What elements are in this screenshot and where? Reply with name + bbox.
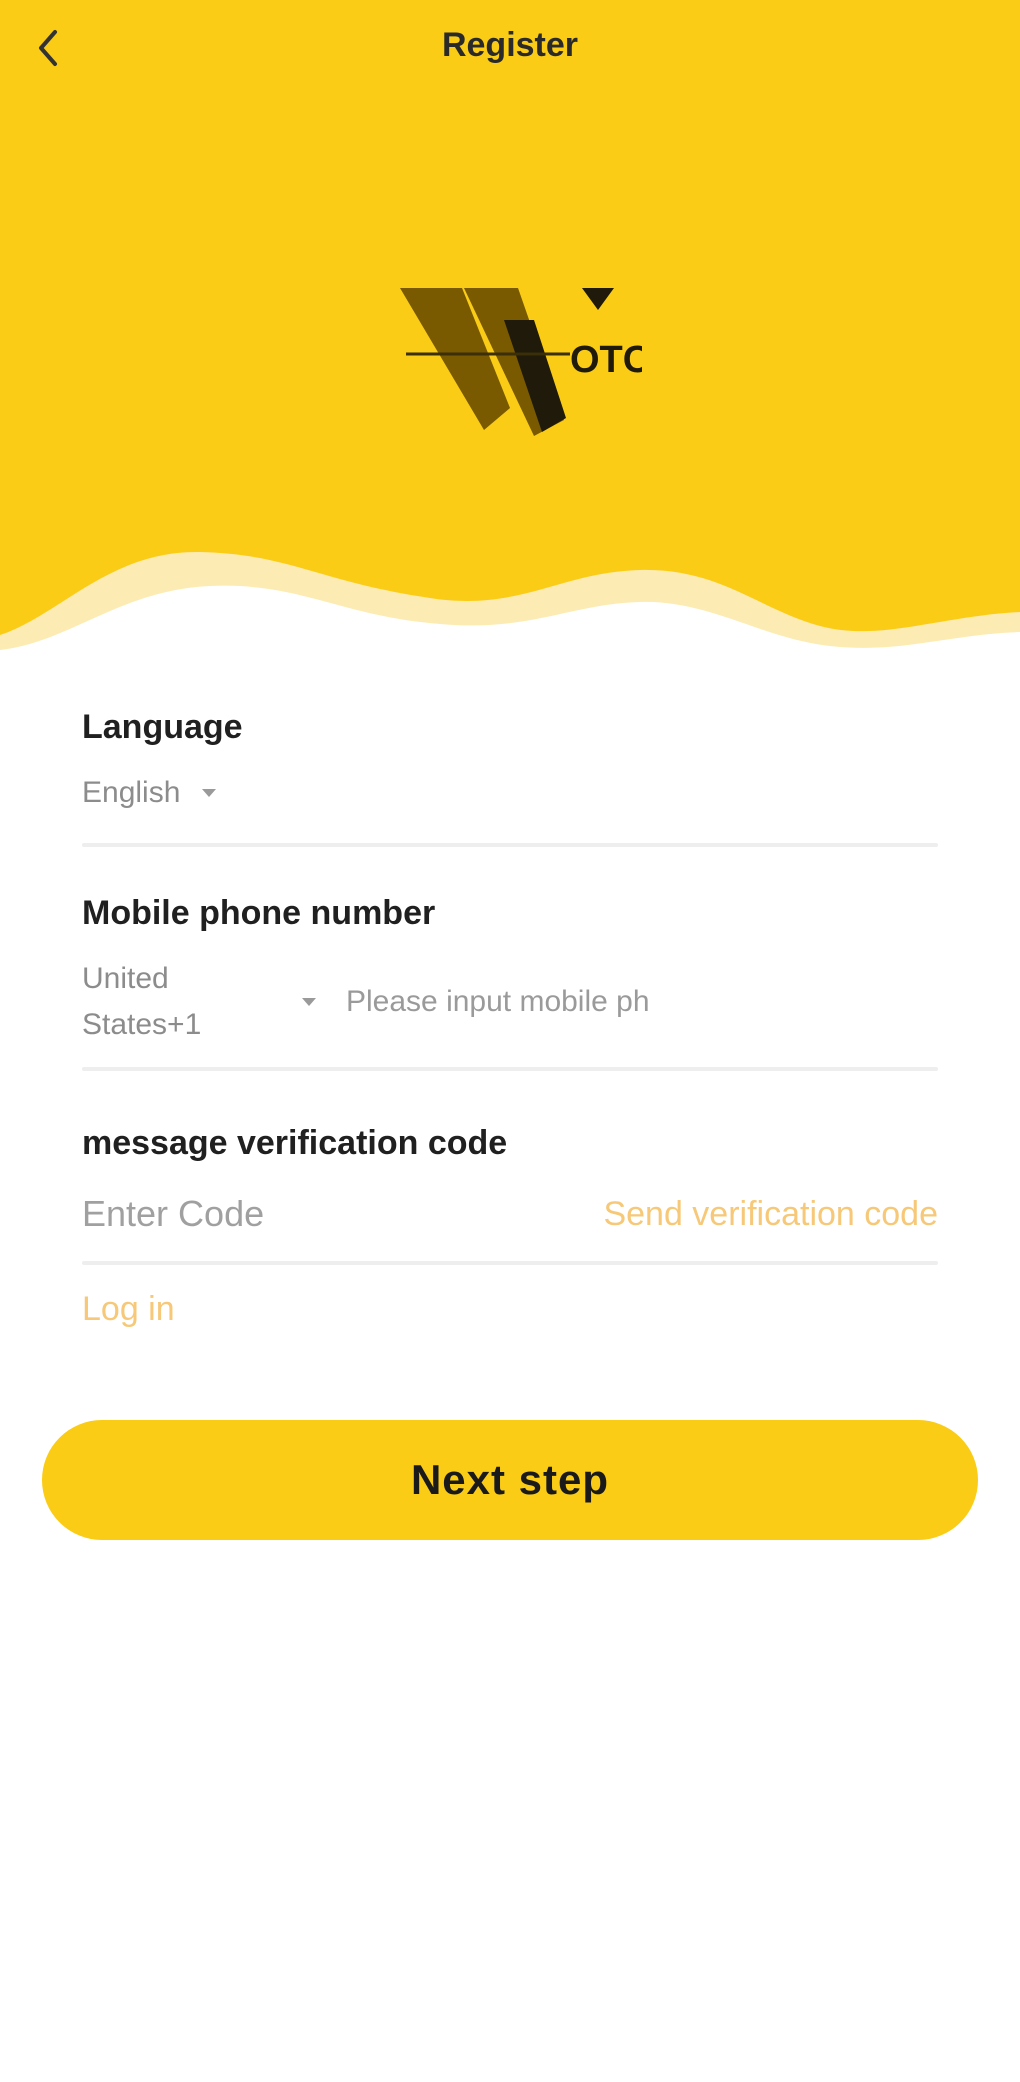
- divider: [82, 1067, 938, 1071]
- language-label: Language: [82, 708, 243, 746]
- caret-down-icon: [302, 998, 316, 1006]
- logo-brand-text: OTC: [570, 339, 642, 381]
- phone-input[interactable]: [346, 985, 938, 1019]
- login-section: Log in: [82, 1290, 938, 1329]
- country-name-line2: States+1: [82, 1008, 202, 1041]
- phone-section: Mobile phone number United States+1: [82, 894, 938, 1071]
- page-title: Register: [441, 26, 579, 64]
- language-selector[interactable]: English: [82, 765, 938, 821]
- verification-label: message verification code: [82, 1124, 508, 1162]
- language-section: Language English: [82, 708, 938, 847]
- verification-section: message verification code Send verificat…: [82, 1124, 938, 1265]
- phone-label: Mobile phone number: [82, 894, 436, 932]
- verification-code-input[interactable]: [82, 1193, 562, 1235]
- wave-decoration: [0, 551, 1020, 660]
- divider: [82, 843, 938, 847]
- divider: [82, 1261, 938, 1265]
- send-verification-code-button[interactable]: Send verification code: [603, 1195, 938, 1234]
- top-bar: Register: [0, 0, 1020, 100]
- next-step-button[interactable]: Next step: [42, 1420, 978, 1540]
- country-code-selector[interactable]: United States+1: [82, 956, 302, 1048]
- language-value: English: [82, 776, 181, 809]
- app-logo: OTC: [400, 288, 642, 436]
- country-name-line1: United: [82, 962, 169, 995]
- caret-down-icon: [202, 789, 217, 797]
- header-banner: Register OTC: [0, 0, 1020, 660]
- login-link[interactable]: Log in: [82, 1290, 175, 1328]
